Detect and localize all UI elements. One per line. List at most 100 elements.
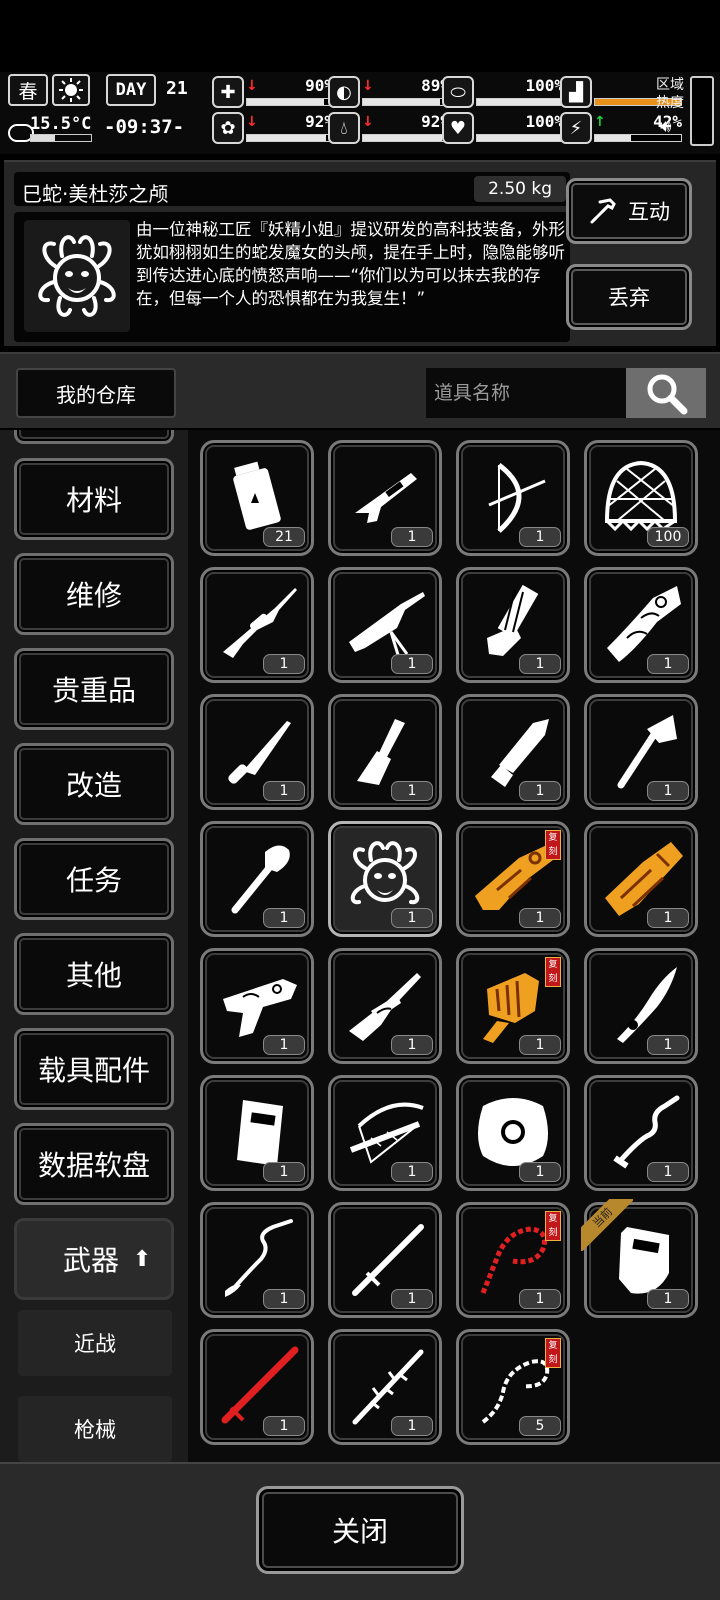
net-icon (604, 460, 678, 532)
subcategory-label: 近战 (74, 1332, 116, 1356)
vital-stat-value: 92% (421, 112, 450, 131)
chisel-icon (357, 719, 405, 785)
inventory-slot[interactable]: 1 (200, 1202, 314, 1318)
inventory-slot[interactable]: 1 (328, 948, 442, 1064)
item-title-bar: 巳蛇·美杜莎之颅 2.50 kg (14, 172, 570, 206)
search-button[interactable] (626, 368, 706, 418)
inventory-slot[interactable]: 1 (456, 567, 570, 683)
inventory-slot[interactable]: 复刻 5 (456, 1329, 570, 1445)
inventory-slot[interactable]: 1 (200, 694, 314, 810)
category-label: 材料 (65, 484, 122, 517)
item-quantity: 5 (519, 1416, 561, 1436)
subcategory-1[interactable]: 枪械 (18, 1396, 172, 1462)
category-label: 任务 (65, 864, 122, 897)
inventory-slot[interactable]: 1 (200, 1329, 314, 1445)
inventory-slot[interactable]: 1 (584, 694, 698, 810)
inventory-slot[interactable]: 1 (328, 440, 442, 556)
inventory-slot[interactable]: 1 (456, 440, 570, 556)
golden-gauntlet-icon (605, 842, 683, 916)
category-7[interactable]: 数据软盘 (14, 1123, 174, 1205)
item-quantity: 1 (391, 527, 433, 547)
vital-stat-2: ⬭ 100% (442, 76, 568, 110)
inventory-slot[interactable]: 1 (328, 1329, 442, 1445)
trend-down-icon: ↓ (362, 114, 374, 130)
season-label: 春 (18, 80, 38, 103)
inventory-slot[interactable]: 21 (200, 440, 314, 556)
vital-stat-value: 89% (421, 76, 450, 95)
inventory-slot[interactable]: 1 (328, 1202, 442, 1318)
inventory-slot[interactable]: 1 (200, 821, 314, 937)
inventory-slot[interactable]: 1 (584, 948, 698, 1064)
category-label: 武器 (63, 1244, 120, 1277)
category-3[interactable]: 改造 (14, 743, 174, 825)
category-label: 数据软盘 (37, 1149, 150, 1182)
hammer-icon (590, 198, 616, 224)
speaker-icon[interactable]: 🔊︎ (660, 116, 671, 137)
inventory-slot[interactable]: 100 (584, 440, 698, 556)
vital-stat-value: 100% (525, 112, 564, 131)
inventory-slot[interactable]: 1 (328, 567, 442, 683)
trend-down-icon: ↓ (246, 114, 258, 130)
inventory-slot[interactable]: 复刻 1 (456, 821, 570, 937)
category-6[interactable]: 载具配件 (14, 1028, 174, 1110)
crossbow-icon (349, 1102, 424, 1164)
item-quantity: 21 (263, 527, 305, 547)
inventory-slot[interactable]: 1 (200, 948, 314, 1064)
stomach-icon: ◐ (328, 76, 360, 108)
item-quantity: 1 (519, 781, 561, 801)
medusa-head-icon (350, 841, 420, 905)
inventory-slot[interactable]: 当前 1 (581, 1199, 698, 1318)
wavy-sword-icon (613, 1095, 680, 1169)
day-number: 21 (166, 78, 188, 99)
item-quantity: 1 (263, 908, 305, 928)
medkit-icon: ✚ (212, 76, 244, 108)
category-5[interactable]: 其他 (14, 933, 174, 1015)
category-label: 载具配件 (37, 1054, 150, 1087)
inventory-slot[interactable]: 1 (584, 567, 698, 683)
replica-badge: 复刻 (545, 830, 561, 860)
inventory-slot[interactable]: 复刻 1 (456, 1202, 570, 1318)
item-search-input[interactable] (426, 368, 626, 418)
trend-up-icon: ↑ (594, 114, 606, 130)
equipped-ribbon: 当前 (581, 1199, 633, 1251)
stamina-icon: ⚡︎ (560, 112, 592, 144)
heart-icon: ♥ (442, 112, 474, 144)
category-8[interactable]: 武器 ⬆ (14, 1218, 174, 1300)
category-2[interactable]: 贵重品 (14, 648, 174, 730)
vital-stat-bar (246, 134, 334, 142)
interact-button[interactable]: 互动 (566, 178, 692, 244)
item-weight: 2.50 kg (474, 176, 566, 202)
inventory-slot[interactable]: 1 (456, 694, 570, 810)
status-bar: 春 15.5°C DAY 21 -09:37- ✚ ↓ 90% ◐ ↓ 89% ⬭ 100% ✿… (0, 72, 720, 154)
inventory-slot[interactable]: 1 (200, 567, 314, 683)
vital-stat-4: 💧︎ ↓ 92% (328, 112, 454, 146)
inventory-slot[interactable]: 1 (328, 821, 442, 937)
inventory-slot[interactable]: 1 (328, 694, 442, 810)
category-sidebar[interactable]: 材料维修贵重品改造任务其他载具配件数据软盘武器 ⬆ 近战枪械 (0, 430, 188, 1462)
category-4[interactable]: 任务 (14, 838, 174, 920)
inventory-slot[interactable]: 1 (328, 1075, 442, 1191)
item-detail-panel: 巳蛇·美杜莎之颅 2.50 kg 由一位神秘工匠『妖精小姐』提议研发的高科技装备… (4, 160, 716, 346)
item-quantity: 1 (519, 654, 561, 674)
subcategory-label: 枪械 (74, 1418, 116, 1442)
water-drop-icon: 💧︎ (328, 112, 360, 144)
inventory-slot[interactable]: 1 (584, 821, 698, 937)
vital-stat-bar (362, 98, 450, 106)
inventory-slot[interactable]: 1 (584, 1075, 698, 1191)
inventory-slot[interactable]: 复刻 1 (456, 948, 570, 1064)
inventory-slot[interactable]: 1 (456, 1075, 570, 1191)
subcategory-0[interactable]: 近战 (18, 1310, 172, 1376)
inventory-slot[interactable]: 1 (200, 1075, 314, 1191)
vital-stat-bar (476, 98, 564, 106)
category-label: 维修 (65, 579, 122, 612)
warehouse-bar: 我的仓库 (0, 352, 720, 428)
category-partial[interactable] (14, 430, 174, 444)
category-1[interactable]: 维修 (14, 553, 174, 635)
discard-button[interactable]: 丢弃 (566, 264, 692, 330)
close-button[interactable]: 关闭 (256, 1486, 464, 1574)
bottom-bar: 关闭 (0, 1462, 720, 1600)
item-quantity: 1 (391, 654, 433, 674)
category-0[interactable]: 材料 (14, 458, 174, 540)
hatchet-icon (617, 715, 677, 789)
tab-my-warehouse[interactable]: 我的仓库 (16, 368, 176, 418)
